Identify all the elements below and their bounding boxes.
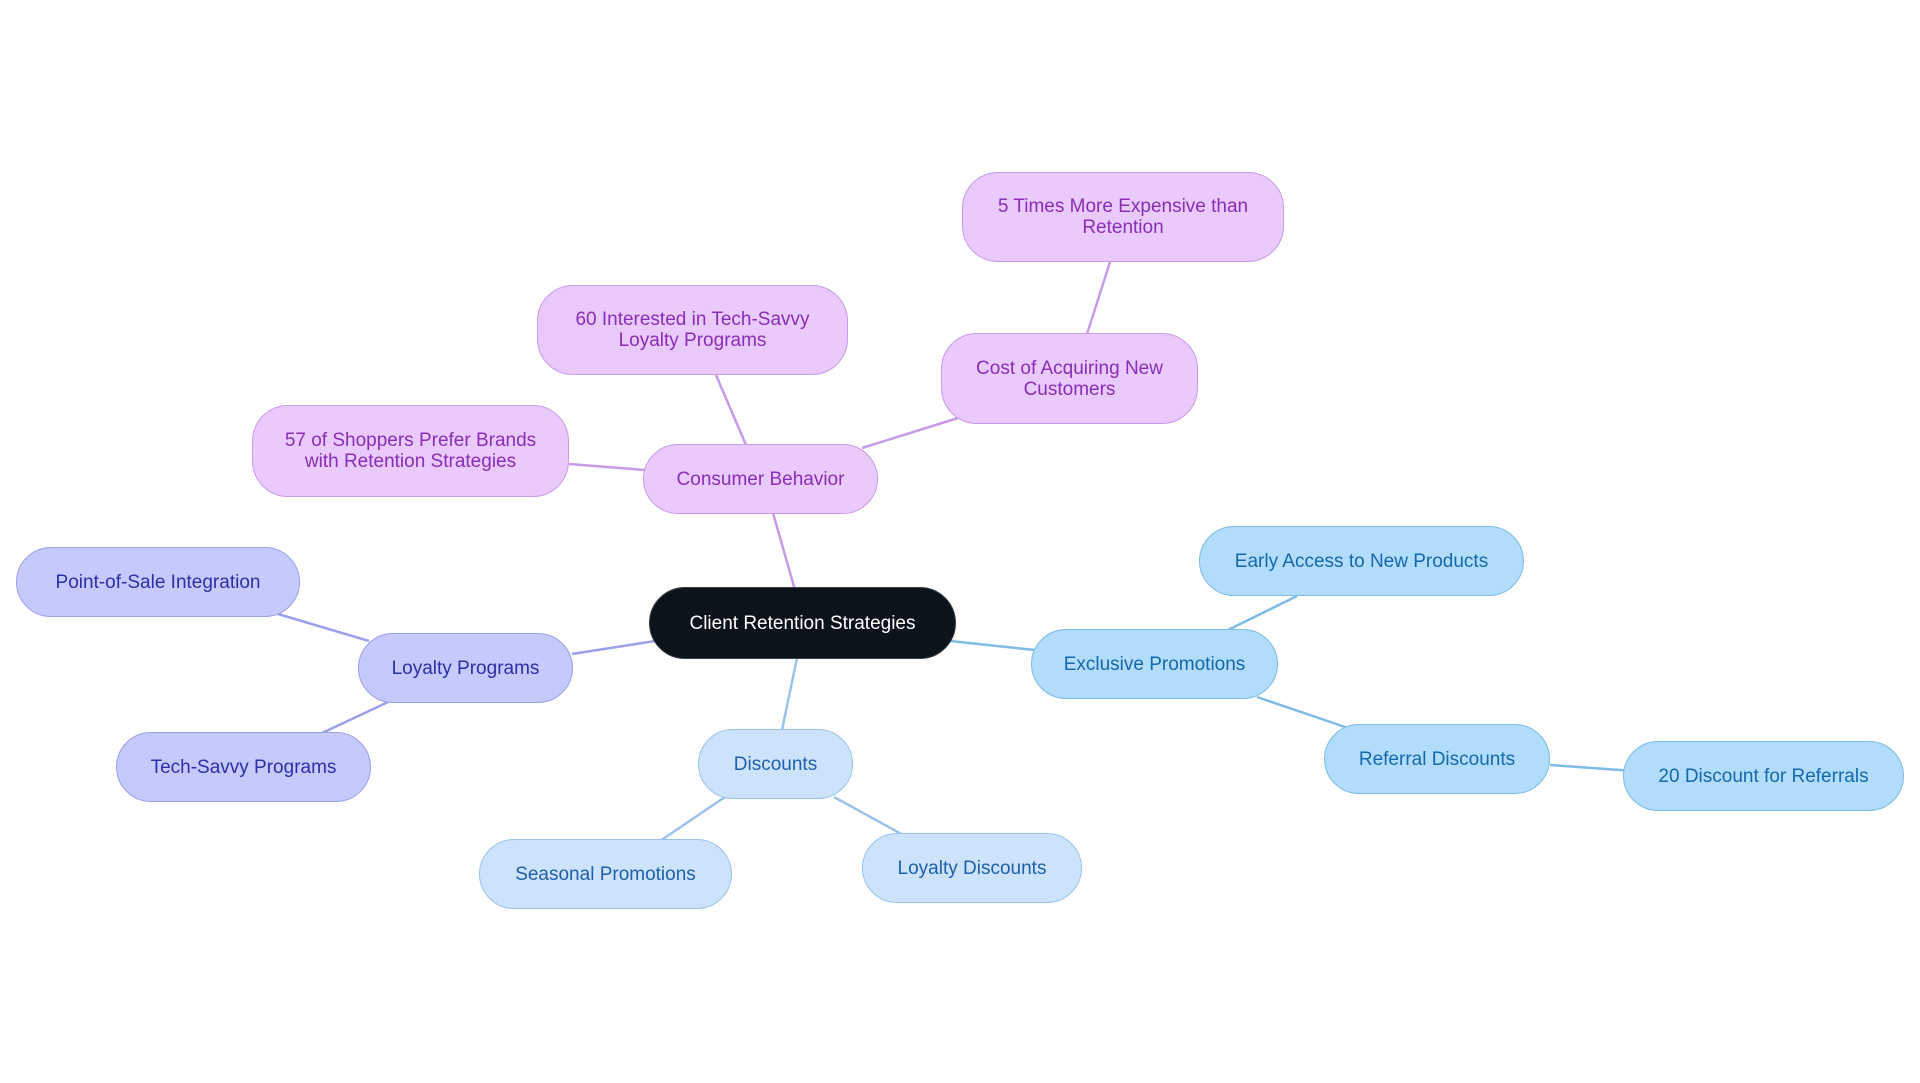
node-exclusive-promotions[interactable]: Exclusive Promotions (1031, 629, 1278, 699)
edge-discounts-seasonal (659, 795, 726, 843)
node-discounts[interactable]: Discounts (698, 729, 853, 799)
node-twenty-discount-referrals[interactable]: 20 Discount for Referrals (1623, 741, 1904, 811)
edge-cost-fivetimes (1085, 261, 1112, 335)
edge-consumer-fiftyseven (568, 462, 646, 472)
edge-consumer-cost (861, 416, 959, 450)
node-consumer-behavior[interactable]: Consumer Behavior (643, 444, 878, 514)
edge-exclusive-referral (1256, 695, 1349, 730)
node-loyalty-discounts[interactable]: Loyalty Discounts (862, 833, 1082, 903)
node-five-times-more-expensive[interactable]: 5 Times More Expensive than Retention (962, 172, 1284, 262)
node-seasonal-promotions[interactable]: Seasonal Promotions (479, 839, 732, 909)
edge-consumer-sixty (714, 374, 748, 446)
node-point-of-sale-integration[interactable]: Point-of-Sale Integration (16, 547, 300, 617)
edge-root-consumer (771, 512, 797, 591)
edge-exclusive-early (1227, 594, 1298, 632)
node-cost-of-acquiring[interactable]: Cost of Acquiring New Customers (941, 333, 1198, 424)
node-loyalty-programs[interactable]: Loyalty Programs (358, 633, 573, 703)
edge-root-loyalty (571, 639, 656, 656)
node-sixty-interested[interactable]: 60 Interested in Tech-Savvy Loyalty Prog… (537, 285, 848, 375)
edge-root-exclusive (949, 639, 1036, 652)
node-early-access[interactable]: Early Access to New Products (1199, 526, 1524, 596)
edge-root-discounts (780, 657, 799, 731)
edge-loyalty-techsavvy (319, 700, 389, 736)
edge-referral-twenty (1549, 763, 1635, 773)
node-referral-discounts[interactable]: Referral Discounts (1324, 724, 1550, 794)
node-fifty-seven-shoppers[interactable]: 57 of Shoppers Prefer Brands with Retent… (252, 405, 569, 497)
root-node[interactable]: Client Retention Strategies (649, 587, 956, 659)
node-tech-savvy-programs[interactable]: Tech-Savvy Programs (116, 732, 371, 802)
edge-loyalty-pos (277, 612, 370, 643)
edge-discounts-loyaltydisc (833, 795, 906, 838)
connector-layer (277, 261, 1635, 843)
